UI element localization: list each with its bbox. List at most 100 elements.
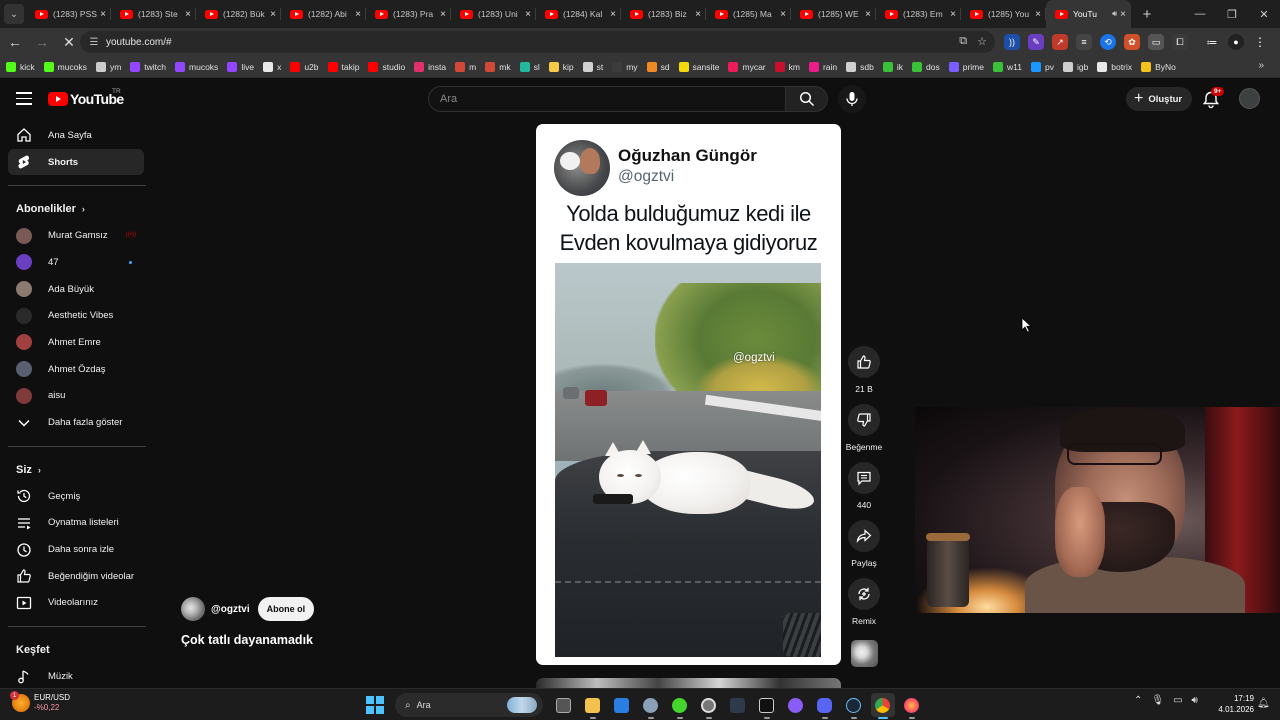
bookmark-item[interactable]: m xyxy=(455,61,476,72)
close-tab-icon[interactable]: × xyxy=(355,9,361,20)
shorts-video-player[interactable]: Oğuzhan Güngör @ogztvi Yolda bulduğumuz … xyxy=(536,124,841,665)
extensions-puzzle-icon[interactable]: ⧠ xyxy=(1172,34,1188,50)
bookmark-item[interactable]: x xyxy=(263,61,281,72)
notification-center-icon[interactable]: 🔔︎ xyxy=(1257,698,1270,709)
show-more-button[interactable]: Daha fazla göster xyxy=(8,409,144,436)
microsoft-store-icon[interactable] xyxy=(610,693,634,717)
close-tab-icon[interactable]: × xyxy=(950,9,956,20)
install-app-icon[interactable]: ⧉ xyxy=(959,35,967,48)
share-button[interactable] xyxy=(848,520,880,552)
chrome-icon[interactable] xyxy=(870,693,895,719)
account-avatar[interactable] xyxy=(1239,88,1260,109)
extension-4-icon[interactable]: ≡ xyxy=(1076,34,1092,50)
bookmark-item[interactable]: ym xyxy=(95,61,121,72)
extension-6-icon[interactable]: ✿ xyxy=(1124,34,1140,50)
sidebar-item-home[interactable]: Ana Sayfa xyxy=(8,122,144,149)
volume-icon[interactable]: 🔊︎ xyxy=(1192,695,1198,706)
bookmark-item[interactable]: mycar xyxy=(728,61,766,72)
close-tab-icon[interactable]: × xyxy=(1120,9,1126,20)
browser-tab[interactable]: (1283) PSS × xyxy=(26,0,111,28)
bookmark-item[interactable]: takip xyxy=(327,61,359,72)
like-button[interactable] xyxy=(848,346,880,378)
browser-tab[interactable]: (1282) Abi × xyxy=(281,0,366,28)
bookmark-item[interactable]: botrix xyxy=(1097,61,1132,72)
bookmark-item[interactable]: mucoks xyxy=(175,61,218,72)
close-tab-icon[interactable]: × xyxy=(440,9,446,20)
bookmark-item[interactable]: sdb xyxy=(846,61,874,72)
channel-name[interactable]: @ogztvi xyxy=(211,604,250,615)
extension-2-icon[interactable]: ✎ xyxy=(1028,34,1044,50)
address-bar[interactable]: ☰ youtube.com/# ⧉ ☆ xyxy=(80,31,995,53)
bookmark-item[interactable]: km xyxy=(774,61,800,72)
stop-loading-button[interactable]: ✕ xyxy=(57,30,81,54)
sidebar-item-music[interactable]: Müzik xyxy=(8,663,144,688)
bookmark-item[interactable]: u2b xyxy=(290,61,319,72)
close-window-button[interactable]: ✕ xyxy=(1248,0,1280,28)
audio-playing-icon[interactable]: 🔊︎ xyxy=(1112,9,1117,19)
app-icon[interactable] xyxy=(726,693,750,717)
back-button[interactable]: ← xyxy=(3,30,27,54)
browser-tab[interactable]: (1283) Ste × xyxy=(111,0,196,28)
new-tab-button[interactable]: + xyxy=(1135,2,1159,26)
profile-icon[interactable]: ● xyxy=(1228,34,1244,50)
sidebar-item-history[interactable]: Geçmiş xyxy=(8,483,144,510)
bookmark-item[interactable]: sansite xyxy=(678,61,719,72)
sidebar-item-your-videos[interactable]: Videolarınız xyxy=(8,590,144,617)
close-tab-icon[interactable]: × xyxy=(525,9,531,20)
extension-7-icon[interactable]: ▭ xyxy=(1148,34,1164,50)
sidebar-item-subscription[interactable]: Aesthetic Vibes xyxy=(8,302,144,329)
bookmark-item[interactable]: pv xyxy=(1030,61,1054,72)
sound-thumbnail[interactable] xyxy=(851,640,878,667)
task-view-icon[interactable] xyxy=(552,693,576,717)
bookmark-item[interactable]: sl xyxy=(519,61,540,72)
bookmark-item[interactable]: kick xyxy=(6,61,35,72)
remix-button[interactable] xyxy=(848,578,880,610)
bookmark-item[interactable]: insta xyxy=(414,61,446,72)
bookmark-item[interactable]: rain xyxy=(808,61,837,72)
maximize-button[interactable]: ❐ xyxy=(1216,0,1248,28)
you-heading[interactable]: Siz › xyxy=(16,457,154,483)
close-tab-icon[interactable]: × xyxy=(780,9,786,20)
sidebar-item-subscription[interactable]: Ahmet Emre xyxy=(8,329,144,356)
taskbar-search[interactable]: ⌕ Ara xyxy=(395,693,543,717)
sidebar-item-subscription[interactable]: aisu xyxy=(8,383,144,410)
bookmark-item[interactable]: w11 xyxy=(993,61,1022,72)
settings-icon[interactable] xyxy=(639,693,663,719)
browser-tab[interactable]: (1283) Uni × xyxy=(451,0,536,28)
sidebar-item-subscription[interactable]: 47 xyxy=(8,249,144,276)
browser-tab[interactable]: (1285) WE × xyxy=(791,0,876,28)
close-tab-icon[interactable]: × xyxy=(865,9,871,20)
windows-start-button[interactable] xyxy=(363,693,387,717)
discord-icon[interactable] xyxy=(813,693,837,719)
guide-menu-icon[interactable] xyxy=(16,92,32,105)
microphone-tray-icon[interactable]: 🎙︎ xyxy=(1151,695,1164,706)
activity-icon[interactable] xyxy=(697,693,721,719)
close-tab-icon[interactable]: × xyxy=(1035,9,1041,20)
channel-avatar[interactable] xyxy=(181,597,205,621)
ticker-widget[interactable]: 1 EUR/USD -%0,22 xyxy=(10,691,70,713)
file-explorer-icon[interactable] xyxy=(581,693,605,719)
close-tab-icon[interactable]: × xyxy=(185,9,191,20)
bookmark-item[interactable]: igb xyxy=(1062,61,1088,72)
forward-button[interactable]: → xyxy=(30,30,54,54)
comments-button[interactable] xyxy=(848,462,880,494)
tab-search-button[interactable]: ⌄ xyxy=(4,4,24,24)
browser-tab[interactable]: (1283) Pra × xyxy=(366,0,451,28)
sidebar-item-subscription[interactable]: Ahmet Özdaş xyxy=(8,356,144,383)
reading-list-icon[interactable]: ≔ xyxy=(1204,34,1220,50)
bookmark-item[interactable]: prime xyxy=(948,61,984,72)
minimize-button[interactable]: — xyxy=(1184,0,1216,28)
bookmark-item[interactable]: live xyxy=(227,61,254,72)
browser-tab[interactable]: (1282) Bük × xyxy=(196,0,281,28)
browser-tab-active[interactable]: YouTu 🔊︎ × xyxy=(1046,0,1131,28)
sidebar-item-playlists[interactable]: Oynatma listeleri xyxy=(8,510,144,537)
search-input[interactable] xyxy=(440,93,770,105)
bookmark-item[interactable]: mucoks xyxy=(43,61,87,72)
bookmark-item[interactable]: studio xyxy=(368,61,405,72)
firefox-icon[interactable] xyxy=(900,693,924,719)
extension-5-icon[interactable]: ⟲ xyxy=(1100,34,1116,50)
game-launcher-icon[interactable] xyxy=(755,693,779,719)
create-button[interactable]: + Oluştur xyxy=(1126,87,1193,111)
browser-menu-icon[interactable]: ⋮ xyxy=(1252,34,1268,50)
bookmark-item[interactable]: st xyxy=(582,61,603,72)
